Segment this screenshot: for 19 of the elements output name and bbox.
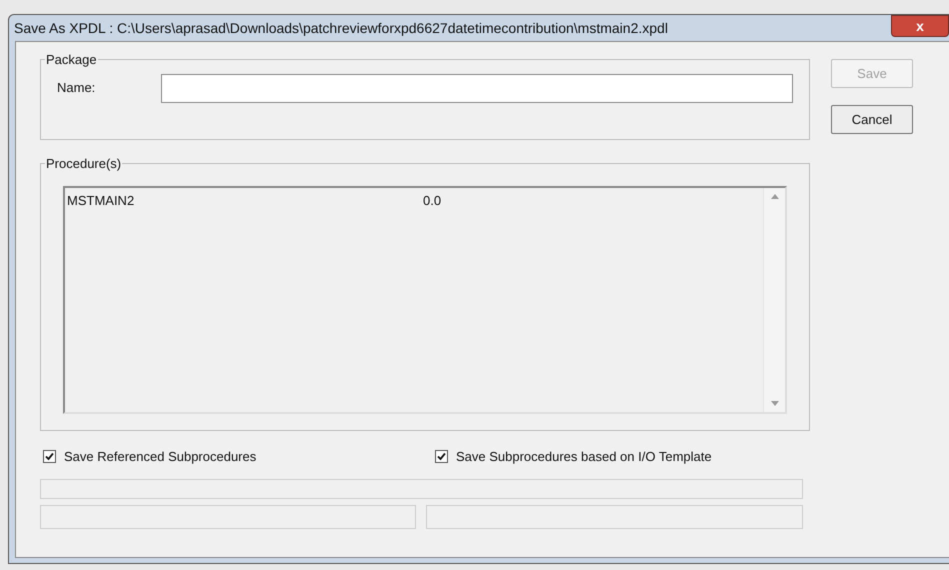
checkbox[interactable] — [43, 450, 56, 464]
name-field[interactable] — [161, 74, 793, 102]
name-label: Name: — [56, 79, 96, 98]
checkbox-label: Save Referenced Subprocedures — [64, 448, 256, 466]
check-icon — [45, 452, 54, 462]
procedure-version: 0.0 — [423, 192, 442, 210]
group-label: Package — [45, 51, 98, 69]
procedure-name: MSTMAIN2 — [67, 192, 136, 210]
up-arrow-icon[interactable] — [770, 194, 778, 198]
window-title: Save As XPDL : C:\Users\aprasad\Downloads\patchreviewforxpd6627datetimecontribution\mstmain2.xpdl — [14, 18, 668, 38]
down-arrow-icon[interactable] — [770, 400, 778, 406]
close-button[interactable]: x — [891, 15, 949, 37]
cancel-button[interactable]: Cancel — [831, 105, 913, 134]
group-label: Procedure(s) — [45, 155, 122, 173]
checkbox[interactable] — [435, 450, 448, 464]
checkbox-label: Save Subprocedures based on I/O Template — [456, 448, 712, 466]
scrollbar[interactable] — [763, 188, 785, 412]
procedure-list[interactable]: MSTMAIN2 0.0 — [63, 186, 787, 414]
check-icon — [437, 452, 446, 462]
